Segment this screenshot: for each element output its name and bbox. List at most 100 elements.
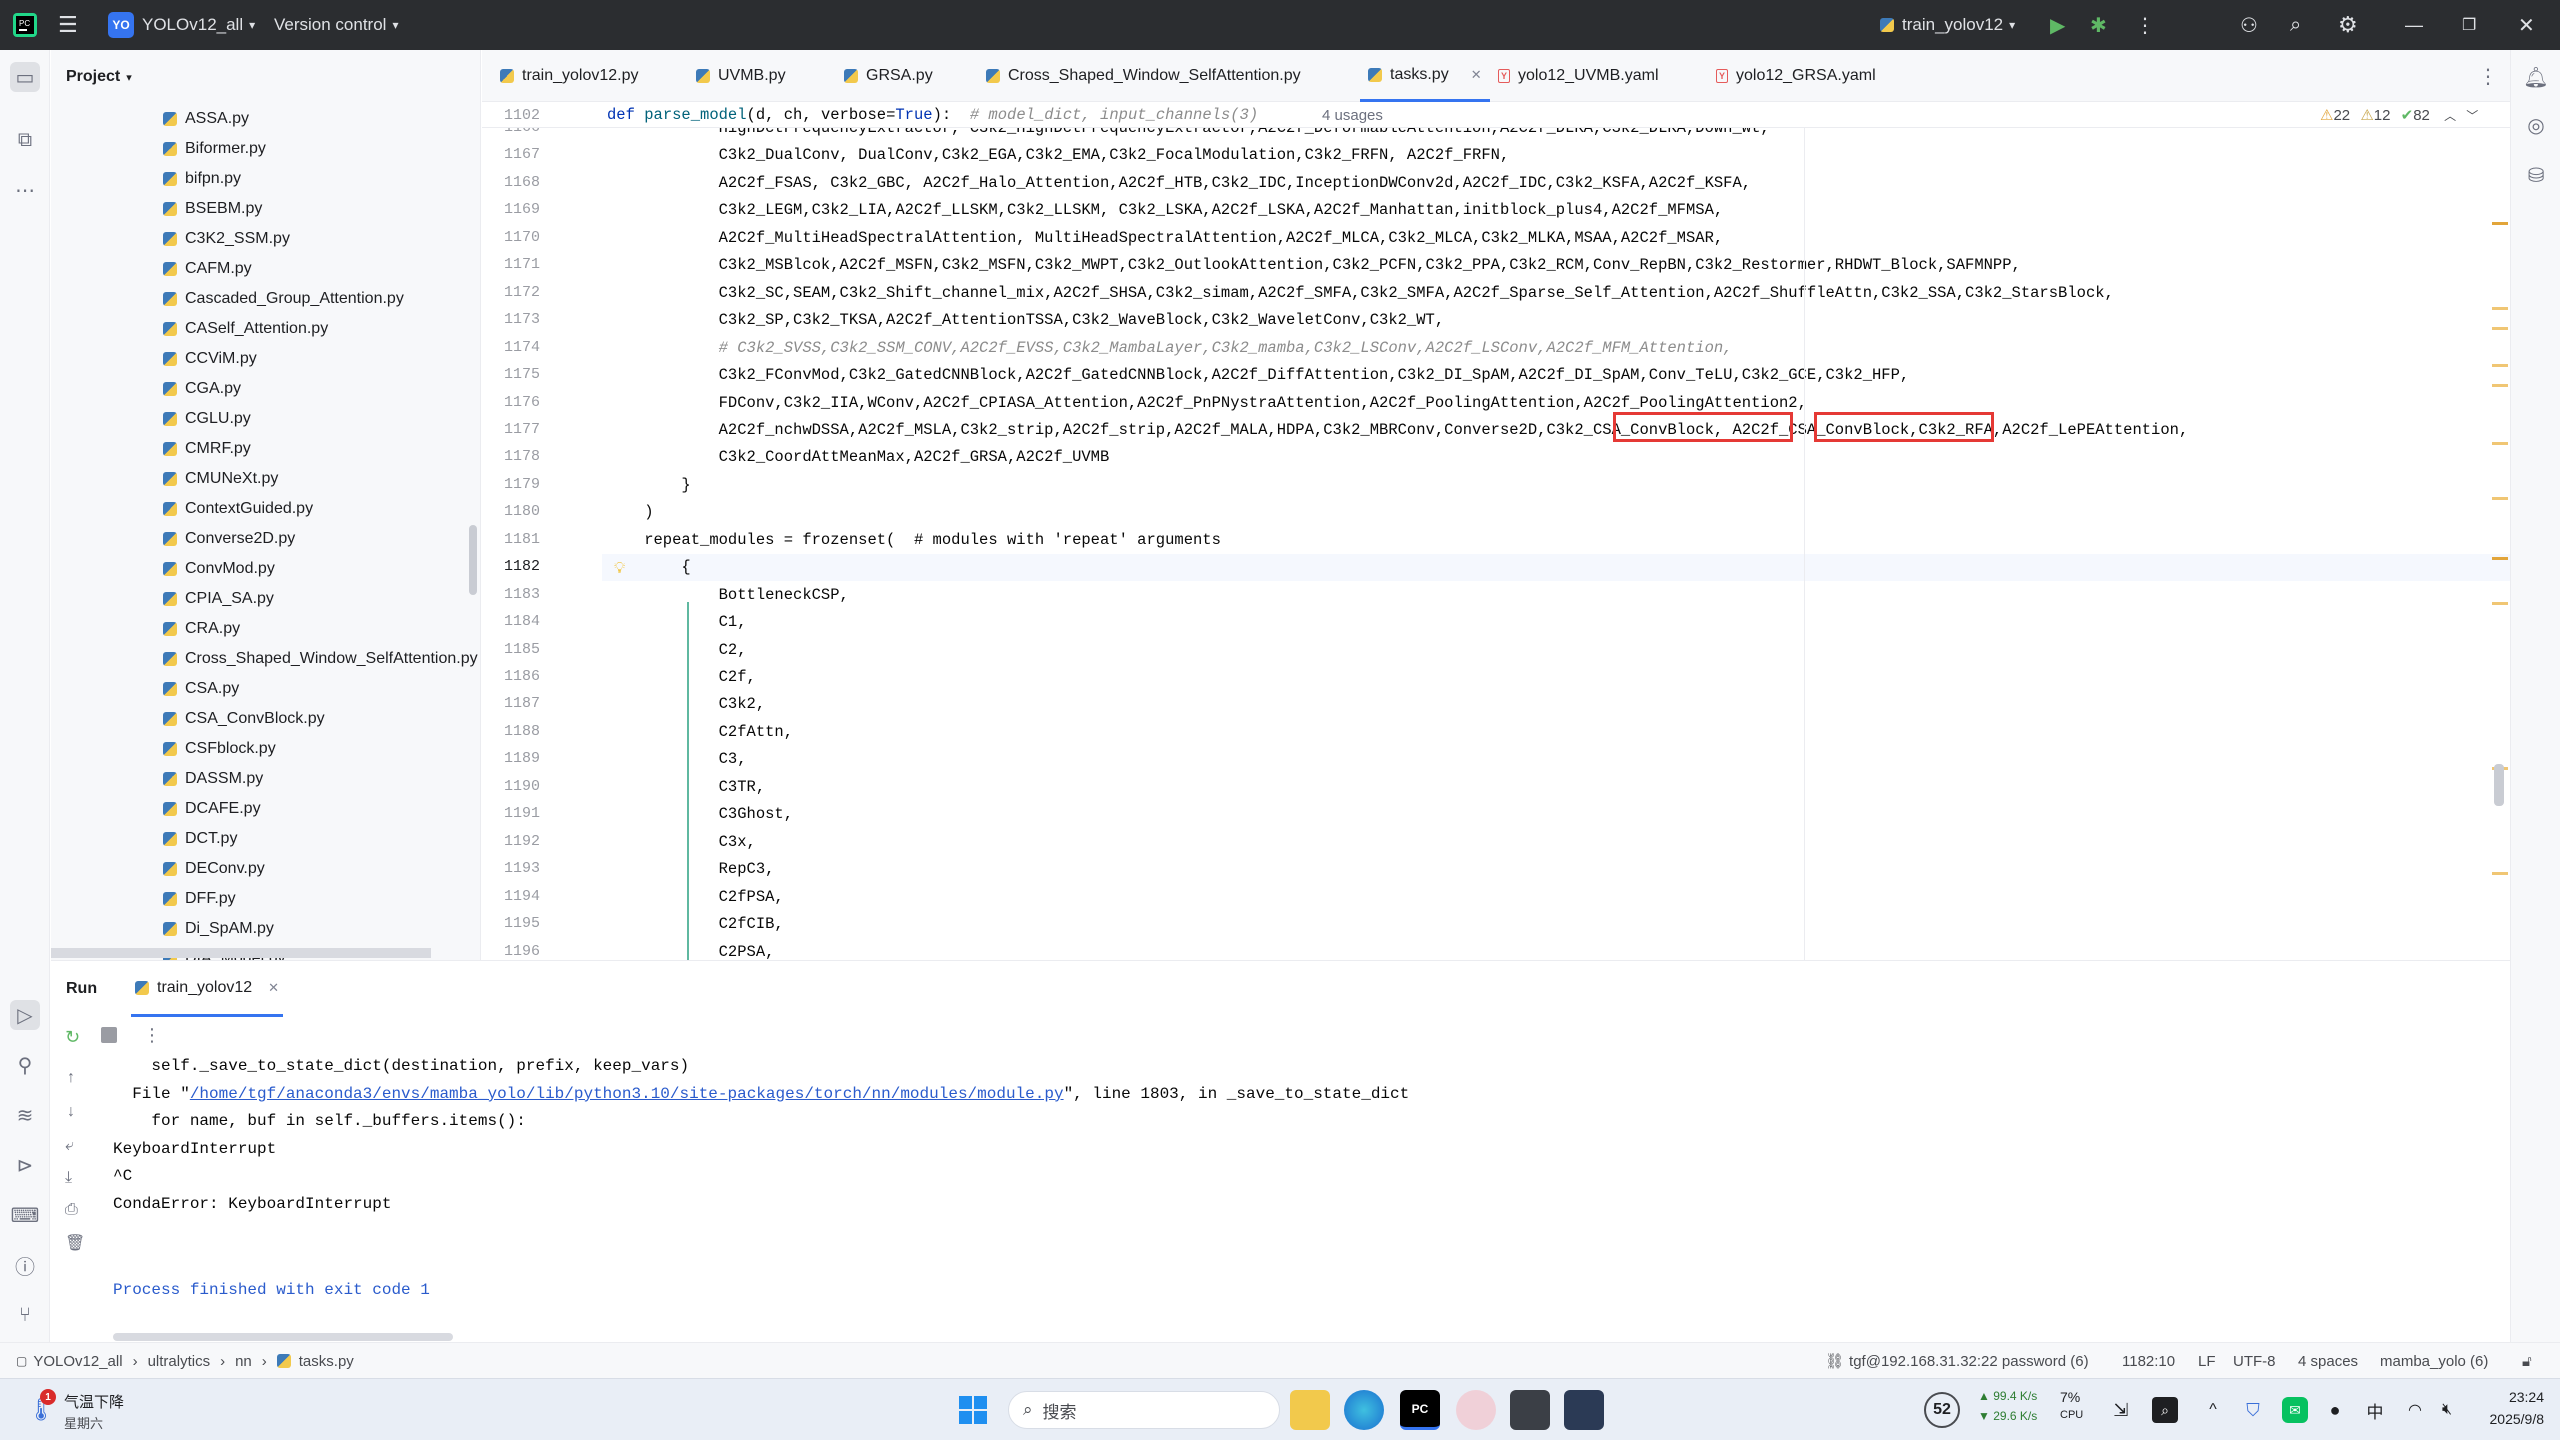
run-tool-icon[interactable]: ▷ [10, 1000, 40, 1030]
problems-icon[interactable]: ⓘ [10, 1250, 40, 1280]
breadcrumb-item[interactable]: ultralytics [148, 1353, 211, 1370]
file-tree-item[interactable]: C3K2_SSM.py [163, 224, 290, 254]
error-stripe-mark[interactable] [2492, 307, 2508, 310]
debug-icon[interactable]: ✱ [2090, 0, 2107, 50]
more-actions-icon[interactable]: ⋮ [2135, 0, 2155, 50]
tab-uvmb[interactable]: UVMB.py [696, 50, 786, 102]
add-user-icon[interactable]: ⚇ [2240, 0, 2258, 50]
tab-train-yolov12[interactable]: train_yolov12.py [500, 50, 639, 102]
file-tree-item[interactable]: CGLU.py [163, 404, 251, 434]
file-explorer-icon[interactable] [1290, 1390, 1330, 1430]
more-options-icon[interactable]: ⋮ [143, 1025, 161, 1046]
tree-horizontal-scrollbar[interactable] [51, 948, 431, 958]
breadcrumb-item[interactable]: tasks.py [299, 1353, 354, 1370]
chevron-up-icon[interactable]: ︿ [2444, 109, 2456, 123]
soft-wrap-icon[interactable]: ⤶ [65, 1137, 74, 1155]
project-folder-icon[interactable]: ▭ [10, 62, 40, 92]
file-tree-item[interactable]: CGA.py [163, 374, 241, 404]
file-tree-item[interactable]: ContextGuided.py [163, 494, 313, 524]
project-switcher[interactable]: YO YOLOv12_all ▾ [108, 0, 255, 50]
line-separator[interactable]: LF [2198, 1343, 2216, 1379]
indent-setting[interactable]: 4 spaces [2298, 1343, 2358, 1379]
caret-position[interactable]: 1182:10 [2122, 1343, 2175, 1379]
error-stripe-mark[interactable] [2492, 384, 2508, 387]
console-file-link[interactable]: /home/tgf/anaconda3/envs/mamba_yolo/lib/… [190, 1085, 1064, 1103]
error-stripe-mark[interactable] [2492, 222, 2508, 225]
app-logo-icon[interactable]: PC [12, 0, 38, 50]
error-stripe-mark[interactable] [2492, 602, 2508, 605]
run-config-tab[interactable]: train_yolov12 ✕ [131, 961, 284, 1017]
editor-scrollbar[interactable] [2494, 764, 2504, 806]
file-tree-item[interactable]: CSA.py [163, 674, 239, 704]
rerun-icon[interactable]: ↻ [65, 1027, 80, 1048]
project-panel-header[interactable]: Project ▾ [51, 50, 480, 104]
minimize-icon[interactable]: — [2405, 0, 2423, 50]
wifi-icon[interactable]: ◠ [2402, 1397, 2428, 1423]
cat-app-icon[interactable] [1564, 1390, 1604, 1430]
file-tree-item[interactable]: Cascaded_Group_Attention.py [163, 284, 404, 314]
python-env[interactable]: mamba_yolo (6) [2380, 1343, 2488, 1379]
error-stripe-mark[interactable] [2492, 364, 2508, 367]
file-tree-item[interactable]: ConvMod.py [163, 554, 275, 584]
file-tree-item[interactable]: CMUNeXt.py [163, 464, 278, 494]
print-icon[interactable]: ⎙ [65, 1201, 78, 1219]
database-icon[interactable]: ⛁ [2521, 160, 2551, 190]
ime-indicator[interactable]: 中 [2362, 1397, 2388, 1423]
file-tree-item[interactable]: DCAFE.py [163, 794, 261, 824]
notifications-bell-icon[interactable]: 🔔︎ [2521, 62, 2551, 92]
terminal-app-icon[interactable] [1510, 1390, 1550, 1430]
breadcrumb-item[interactable]: nn [235, 1353, 252, 1370]
tab-cross-shaped-window[interactable]: Cross_Shaped_Window_SelfAttention.py [986, 50, 1301, 102]
error-stripe-mark[interactable] [2492, 557, 2508, 560]
layers-icon[interactable]: ≋ [10, 1100, 40, 1130]
file-encoding[interactable]: UTF-8 [2233, 1343, 2276, 1379]
weather-title[interactable]: 气温下降 [64, 1391, 124, 1412]
file-tree-item[interactable]: CPIA_SA.py [163, 584, 274, 614]
git-icon[interactable]: ⑂ [10, 1300, 40, 1330]
file-tree-item[interactable]: DASSM.py [163, 764, 263, 794]
code-editor[interactable]: 1166116711681169117011711172117311741175… [482, 102, 2510, 960]
main-menu-icon[interactable]: ☰ [58, 0, 78, 50]
tree-scrollbar[interactable] [469, 525, 477, 595]
file-tree-item[interactable]: Biformer.py [163, 134, 266, 164]
wechat-icon[interactable]: ✉ [2282, 1397, 2308, 1423]
error-stripe-mark[interactable] [2492, 497, 2508, 500]
file-tree-item[interactable]: Cross_Shaped_Window_SelfAttention.py [163, 644, 478, 674]
file-tree-item[interactable]: bifpn.py [163, 164, 241, 194]
file-tree-item[interactable]: Converse2D.py [163, 524, 295, 554]
inspection-widget[interactable]: ⚠22 ⚠12 ✔82 ︿ ﹀ [2320, 106, 2478, 124]
breadcrumb-item[interactable]: YOLOv12_all [33, 1353, 122, 1370]
tray-search-app-icon[interactable]: ⌕ [2152, 1397, 2178, 1423]
tab-grsa[interactable]: GRSA.py [844, 50, 933, 102]
file-tree-item[interactable]: ASSA.py [163, 104, 249, 134]
python-console-icon[interactable]: ⚲ [10, 1050, 40, 1080]
pycharm-taskbar-icon[interactable]: PC [1400, 1390, 1440, 1430]
chevron-down-icon[interactable]: ﹀ [2466, 109, 2478, 123]
clock-date[interactable]: 2025/9/8 [2462, 1411, 2545, 1427]
tray-expand-icon[interactable]: ^ [2200, 1397, 2226, 1423]
restore-icon[interactable]: ❐ [2462, 0, 2476, 50]
security-shield-icon[interactable]: ⛉ [2240, 1397, 2266, 1423]
performance-score[interactable]: 52 [1924, 1392, 1960, 1428]
file-tree-item[interactable]: CSA_ConvBlock.py [163, 704, 325, 734]
edge-browser-icon[interactable] [1344, 1390, 1384, 1430]
error-stripe-mark[interactable] [2492, 327, 2508, 330]
file-tree-item[interactable]: CRA.py [163, 614, 240, 644]
error-stripe-mark[interactable] [2492, 442, 2508, 445]
lightbulb-icon[interactable]: 💡︎ [614, 560, 625, 578]
file-tree-item[interactable]: Di_SpAM.py [163, 914, 274, 944]
taskbar-search-box[interactable]: ⌕ 搜索 [1008, 1391, 1280, 1429]
console-horizontal-scrollbar[interactable] [113, 1333, 453, 1341]
tab-yolo12-uvmb[interactable]: Yyolo12_UVMB.yaml [1498, 50, 1659, 102]
ai-assistant-icon[interactable]: ◎ [2521, 110, 2551, 140]
file-tree-item[interactable]: CSFblock.py [163, 734, 276, 764]
file-tree-item[interactable]: DEConv.py [163, 854, 265, 884]
run-icon[interactable]: ▶ [2050, 0, 2065, 50]
qq-icon[interactable]: ● [2322, 1397, 2348, 1423]
windows-start-icon[interactable] [956, 1393, 990, 1427]
scroll-up-icon[interactable]: ↑ [67, 1069, 75, 1087]
vcs-menu[interactable]: Version control ▾ [274, 0, 398, 50]
file-tree-item[interactable]: CAFM.py [163, 254, 252, 284]
error-stripe-mark[interactable] [2492, 872, 2508, 875]
close-window-icon[interactable]: ✕ [2518, 0, 2535, 50]
